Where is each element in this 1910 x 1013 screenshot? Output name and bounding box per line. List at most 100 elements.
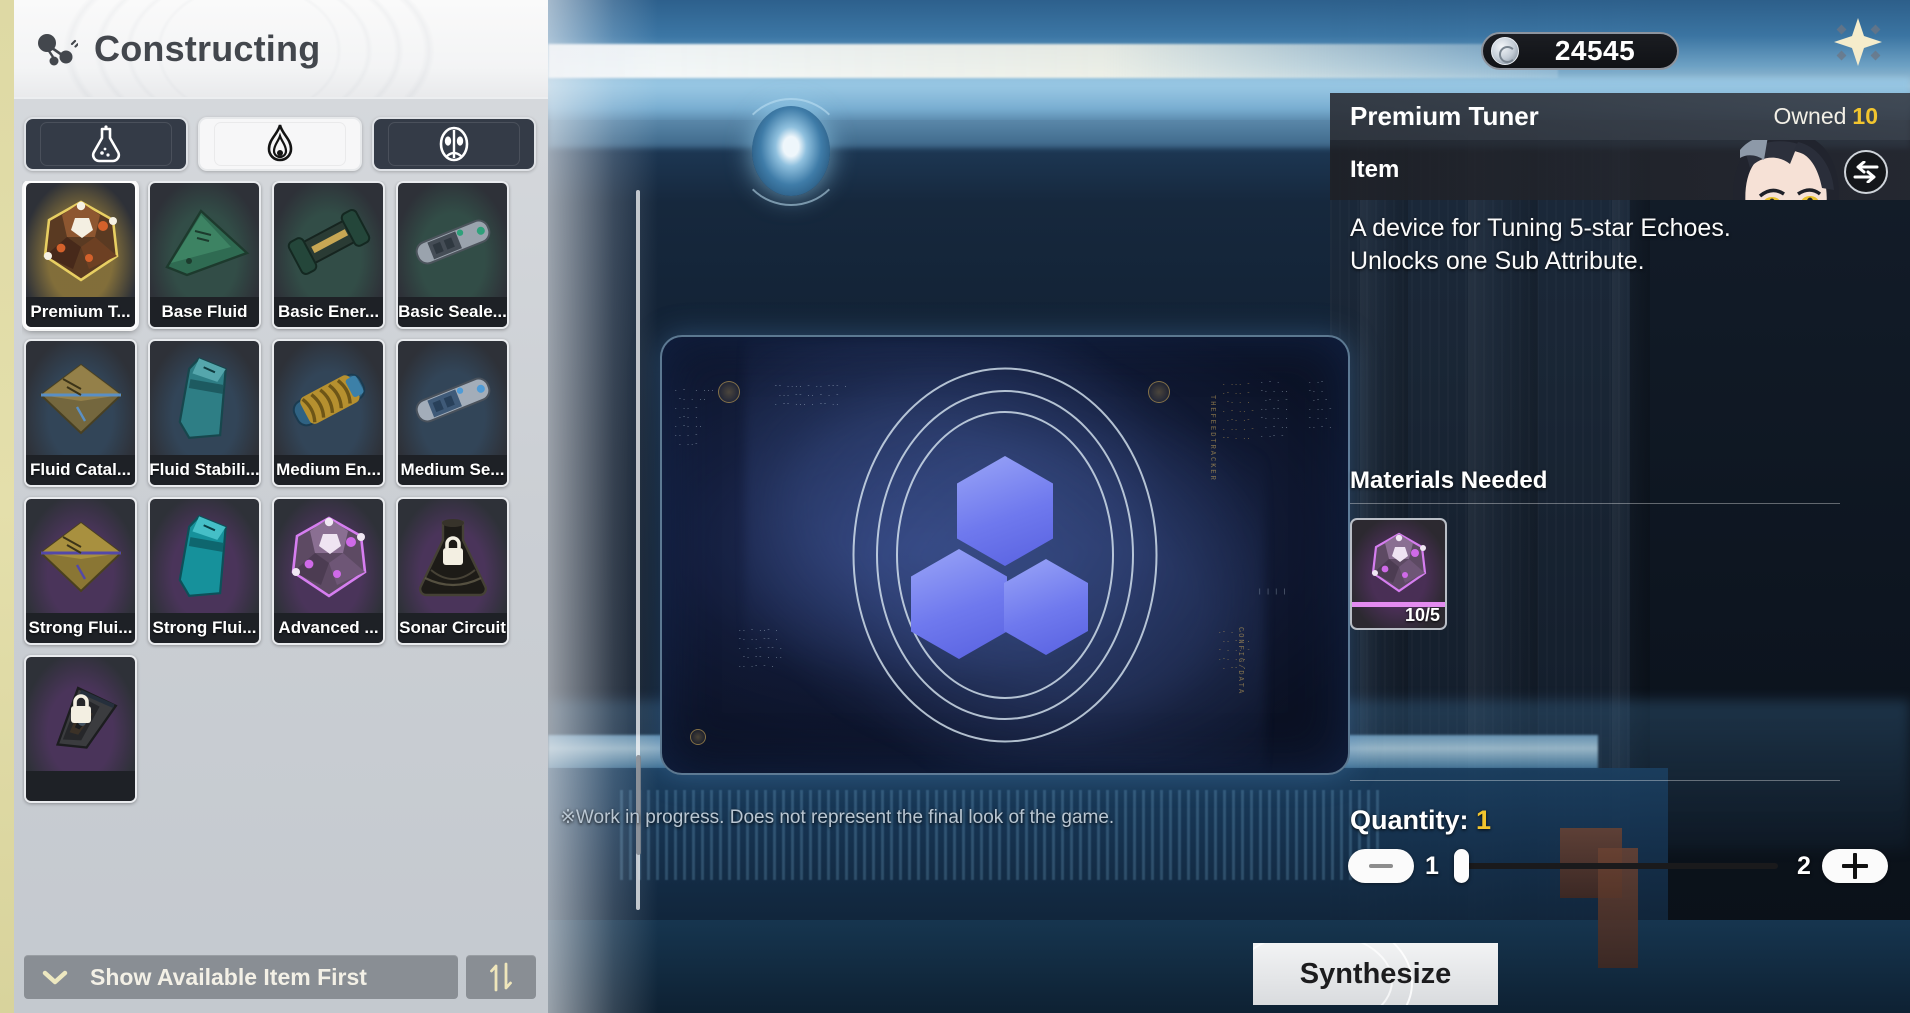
materials-divider-bottom [1350,780,1840,781]
grid-item-4[interactable]: Fluid Catal... [24,339,137,487]
item-label: Base Fluid [150,297,259,327]
item-grid: Premium T... Base Fluid Basic Ener... Basic… [22,181,538,803]
grid-item-5[interactable]: Fluid Stabili... [148,339,261,487]
molecule-icon [38,34,78,66]
page-title: Constructing [94,28,321,69]
item-label: Premium T... [26,297,135,327]
tab-synthesis[interactable] [24,117,188,171]
item-label: Advanced ... [274,613,383,643]
currency-amount: 24545 [1554,35,1636,66]
panel-body: Premium T... Base Fluid Basic Ener... Basic… [14,99,548,1013]
item-label: Strong Flui... [150,613,259,643]
synthesize-button[interactable]: Synthesize [1253,943,1498,1005]
left-accent-stripe [0,0,14,1013]
material-slot[interactable]: 10/5 [1350,518,1447,630]
grid-item-11[interactable]: Sonar Circuit [396,497,509,645]
owned-count-group: Owned 10 [1774,103,1878,130]
grid-item-2[interactable]: Basic Ener... [272,181,385,329]
hologram-emblem-icon [1148,381,1170,403]
item-art [26,499,135,617]
item-art [150,183,259,301]
grid-item-3[interactable]: Basic Seale... [396,181,509,329]
tab-tuning[interactable] [198,117,362,171]
swap-arrows-icon [1853,161,1879,183]
grid-item-9[interactable]: Strong Flui... [148,497,261,645]
minus-icon [1369,864,1393,868]
sort-arrows-icon [490,962,512,992]
grid-footer: Show Available Item First [24,955,536,999]
work-in-progress-notice: ※Work in progress. Does not represent th… [560,807,1115,828]
synthesize-label: Synthesize [1299,957,1452,990]
grid-item-10[interactable]: Advanced ... [272,497,385,645]
shell-credit-icon [1491,37,1519,65]
item-art [26,183,135,301]
item-art [398,341,507,459]
item-label: Medium Se... [398,455,507,485]
item-header: Premium Tuner Owned 10 [1330,93,1910,140]
quantity-increase-button[interactable] [1822,849,1888,883]
tab-decoration [40,122,172,166]
slider-knob[interactable] [1454,849,1469,883]
grid-item-1[interactable]: Base Fluid [148,181,261,329]
material-art [1352,520,1445,606]
item-art [150,499,259,617]
item-grid-scroll[interactable]: Premium T... Base Fluid Basic Ener... Basic… [22,181,538,971]
four-point-star-close-icon[interactable] [1830,14,1886,70]
slider-track [1458,863,1778,869]
chevron-down-icon [42,970,68,985]
item-label [26,771,135,801]
category-tabs [24,117,536,171]
item-art [274,341,383,459]
item-label: Fluid Stabili... [150,455,259,485]
grid-item-8[interactable]: Strong Flui... [24,497,137,645]
swap-button[interactable] [1844,150,1888,194]
item-name: Premium Tuner [1350,101,1539,131]
item-art [26,341,135,459]
quantity-stepper: 1 2 [1348,845,1888,887]
tab-cultivate[interactable] [372,117,536,171]
item-description: A device for Tuning 5-star Echoes. Unloc… [1350,212,1870,278]
grid-item-7[interactable]: Medium Se... [396,339,509,487]
lock-icon [438,535,468,567]
lock-icon [442,536,463,565]
currency-display[interactable]: 24545 [1481,32,1679,70]
item-label: Medium En... [274,455,383,485]
scene-lens [752,106,830,196]
item-label: Basic Seale... [398,297,507,327]
tab-decoration [214,122,346,166]
tab-decoration [388,122,520,166]
item-grid-scrollbar-thumb[interactable] [636,755,641,855]
materials-needed-title: Materials Needed [1350,467,1548,494]
left-panel: Constructing Premium T... Base Fluid Bas… [0,0,548,1013]
show-available-first-toggle[interactable]: Show Available Item First [24,955,458,999]
item-art [274,183,383,301]
polyhedron-purple-icon [1371,532,1426,593]
scene-desk-detail [620,790,1380,880]
materials-divider-top [1350,503,1840,504]
lock-icon [70,694,91,723]
hologram-emblem-icon [718,381,740,403]
right-detail-panel: 24545 Premium Tuner Owned 10 Item A devi… [1330,0,1910,1013]
sort-button[interactable] [466,955,536,999]
lock-icon [66,693,96,725]
material-count: 10/5 [1404,605,1440,625]
item-subtype-label: Item [1350,156,1400,183]
grid-item-6[interactable]: Medium En... [272,339,385,487]
item-label: Fluid Catal... [26,455,135,485]
item-subtype-bar: Item [1330,140,1910,200]
quantity-line: Quantity: 1 [1350,805,1491,836]
quantity-slider[interactable] [1450,849,1786,883]
quantity-decrease-button[interactable] [1348,849,1414,883]
grid-item-12[interactable] [24,655,137,803]
owned-label: Owned [1773,103,1847,129]
plus-icon [1842,853,1868,879]
hologram-emblem-icon [690,729,706,745]
item-art [274,499,383,617]
slider-max-label: 2 [1797,851,1811,880]
item-art [150,341,259,459]
item-label: Strong Flui... [26,613,135,643]
item-label: Sonar Circuit [398,613,507,643]
grid-item-0[interactable]: Premium T... [24,181,137,329]
item-label: Basic Ener... [274,297,383,327]
show-available-label: Show Available Item First [90,963,367,990]
